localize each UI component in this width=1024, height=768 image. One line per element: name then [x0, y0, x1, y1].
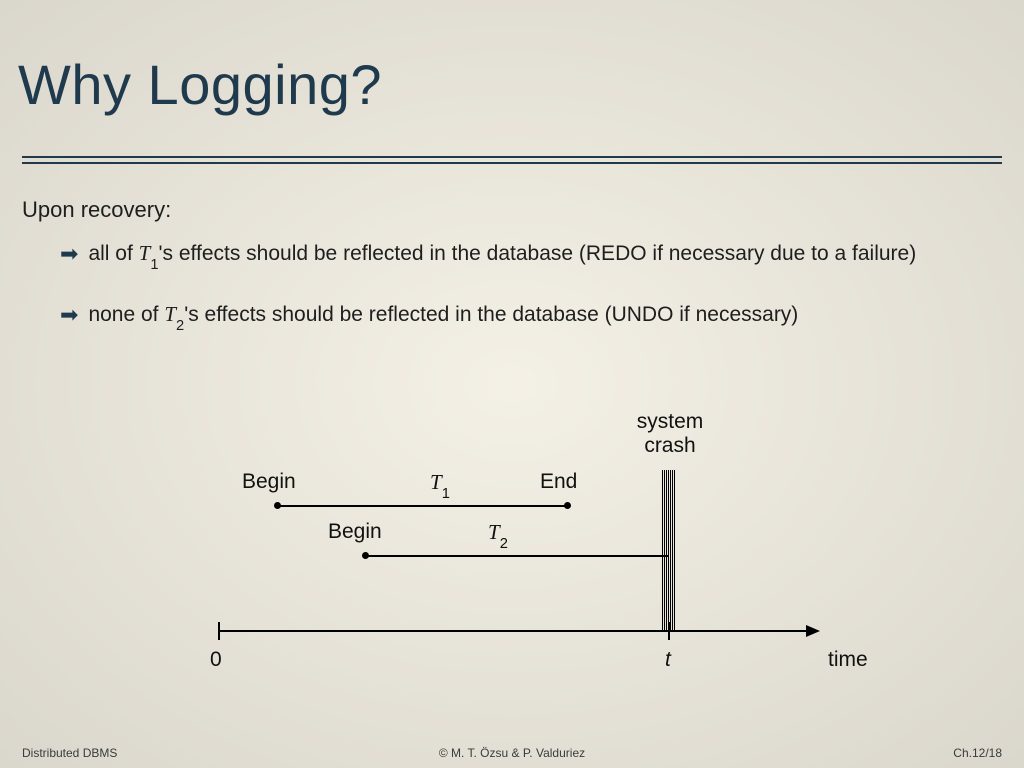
bullet-1-text: all of T1's effects should be reflected … [88, 240, 916, 271]
bullet-2: ➡ none of T2's effects should be reflect… [60, 301, 994, 332]
lead-text: Upon recovery: [22, 197, 171, 223]
axis-time-label: time [828, 648, 868, 672]
t1-begin-label: Begin [242, 470, 296, 494]
arrow-icon: ➡ [60, 301, 78, 332]
time-axis [218, 630, 808, 632]
arrow-icon: ➡ [60, 240, 78, 271]
slide-title: Why Logging? [18, 52, 382, 117]
footer-right: Ch.12/18 [953, 746, 1002, 760]
t2-begin-label: Begin [328, 520, 382, 544]
axis-t-tick [668, 622, 670, 640]
t1-line [277, 505, 567, 507]
t2-label: T2 [488, 520, 508, 548]
bullet-list: ➡ all of T1's effects should be reflecte… [60, 240, 994, 363]
footer-center: © M. T. Özsu & P. Valduriez [439, 746, 585, 760]
axis-t-label: t [665, 648, 671, 672]
timeline-diagram: system crash Begin T1 End Begin T2 0 t t… [150, 410, 870, 690]
t2-line [365, 555, 668, 557]
t1-end-label: End [540, 470, 577, 494]
axis-arrowhead-icon [806, 625, 820, 637]
crash-label: system crash [610, 410, 730, 458]
footer: Distributed DBMS © M. T. Özsu & P. Valdu… [22, 746, 1002, 760]
axis-zero-label: 0 [210, 648, 222, 672]
footer-left: Distributed DBMS [22, 746, 117, 760]
t1-label: T1 [430, 470, 450, 498]
title-underline [22, 156, 1002, 164]
bullet-1: ➡ all of T1's effects should be reflecte… [60, 240, 994, 271]
bullet-2-text: none of T2's effects should be reflected… [88, 301, 798, 332]
crash-marker [662, 470, 676, 630]
t1-end-dot [564, 502, 571, 509]
